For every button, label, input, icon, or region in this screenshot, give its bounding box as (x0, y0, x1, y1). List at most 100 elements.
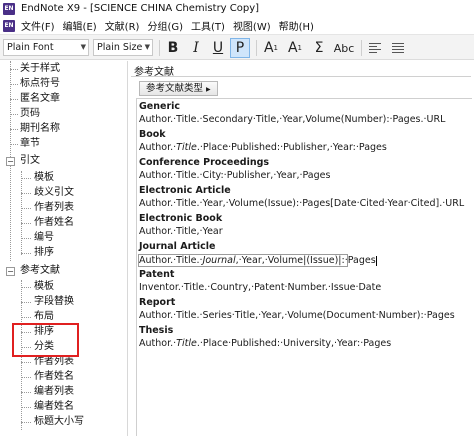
template-editor-panel: 参考文献 参考文献类型 ▶ Generic Author.·Title.·Seco… (129, 61, 474, 436)
tree-connector (21, 171, 22, 255)
collapse-icon[interactable]: − (6, 267, 15, 276)
menu-references[interactable]: 文献(R) (105, 18, 148, 33)
ref-template-line[interactable]: Author.·Title,·Year (139, 226, 223, 237)
tree-item-field-substitutions[interactable]: 字段替换 (34, 295, 74, 309)
align-left-button[interactable] (365, 38, 385, 58)
tree-connector (10, 69, 18, 70)
style-tree: 关于样式 标点符号 匿名文章 页码 期刊名称 章节 − 引文 模板 歧义引文 作… (0, 61, 128, 436)
template-segment-italic: Title (176, 338, 197, 349)
ref-template-line[interactable]: Author.·Title.·Year,·Volume(Issue):·Page… (139, 198, 464, 209)
tree-item-about-style[interactable]: 关于样式 (20, 62, 60, 76)
ref-type-heading: Journal Article (139, 241, 216, 252)
tree-connector (10, 99, 18, 100)
ref-template-line[interactable]: Author.·Title.·Series·Title,·Year,·Volum… (139, 310, 455, 321)
tree-connector (21, 193, 31, 194)
chevron-down-icon: ▼ (80, 43, 86, 51)
tree-connector (21, 178, 31, 179)
tree-item-citation-author-name[interactable]: 作者姓名 (34, 216, 74, 230)
ref-template-line[interactable]: Author.·Title.·City:·Publisher,·Year,·Pa… (139, 170, 330, 181)
tree-connector (21, 362, 31, 363)
text-cursor (375, 255, 377, 266)
superscript-mark: 1 (273, 44, 279, 52)
tree-connector (10, 144, 18, 145)
format-toolbar: Plain Font ▼ Plain Size ▼ B I U P A1 A1 … (0, 34, 474, 60)
menu-window[interactable]: 视图(W) (233, 18, 279, 33)
menu-tools[interactable]: 工具(T) (191, 18, 233, 33)
menu-edit[interactable]: 编辑(E) (63, 18, 105, 33)
reference-types-label: 参考文献类型 (146, 83, 204, 94)
template-segment: Author.·Title.· (139, 255, 203, 266)
ref-type-heading: Thesis (139, 325, 174, 336)
font-select-value: Plain Font (7, 42, 54, 53)
ref-type-heading: Electronic Article (139, 185, 231, 196)
ref-template-line[interactable]: Author.·Title.·Place·Published:·Publishe… (139, 142, 387, 153)
template-segment: Author.· (139, 142, 177, 153)
superscript-button[interactable]: A1 (261, 38, 281, 58)
tree-item-journal-names[interactable]: 期刊名称 (20, 122, 60, 136)
font-select[interactable]: Plain Font ▼ (3, 39, 89, 56)
tree-connector (21, 407, 31, 408)
tree-item-numbering[interactable]: 编号 (34, 231, 54, 245)
tree-item-editor-name[interactable]: 编者姓名 (34, 400, 74, 414)
endnote-app-icon: EN (3, 2, 15, 15)
toolbar-divider (159, 40, 160, 56)
tree-item-anonymous[interactable]: 匿名文章 (20, 92, 60, 106)
menu-groups[interactable]: 分组(G) (147, 18, 191, 33)
header-divider (131, 76, 471, 77)
document-icon[interactable]: EN (3, 19, 15, 32)
subscript-mark: 1 (297, 44, 303, 52)
tree-item-citation-templates[interactable]: 模板 (34, 171, 54, 185)
tree-item-bibliography-templates[interactable]: 模板 (34, 280, 54, 294)
ref-type-heading: Electronic Book (139, 213, 223, 224)
tree-item-author-name[interactable]: 作者姓名 (34, 370, 74, 384)
tree-connector (10, 84, 18, 85)
reference-types-button[interactable]: 参考文献类型 ▶ (139, 81, 218, 96)
chevron-down-icon: ▼ (144, 43, 150, 51)
ref-template-line[interactable]: Inventor.·Title.·Country,·Patent·Number.… (139, 282, 381, 293)
ref-template-line[interactable]: Author.·Title.·Journal,·Year,·Volume|(Is… (139, 255, 377, 266)
symbol-button[interactable]: Σ (309, 38, 329, 58)
tree-group-bibliography[interactable]: 参考文献 (20, 264, 60, 278)
collapse-icon[interactable]: − (6, 157, 15, 166)
tree-item-page-numbers[interactable]: 页码 (20, 107, 40, 121)
subscript-button[interactable]: A1 (285, 38, 305, 58)
tree-connector (21, 392, 31, 393)
ref-template-line[interactable]: Author.·Title.·Place·Published:·Universi… (139, 338, 391, 349)
ref-type-heading: Book (139, 129, 166, 140)
template-segment: Author.· (139, 338, 177, 349)
ref-template-line[interactable]: Author.·Title.·Secondary·Title,·Year,Vol… (139, 114, 445, 125)
tree-item-punctuation[interactable]: 标点符号 (20, 77, 60, 91)
tree-item-editor-lists[interactable]: 编者列表 (34, 385, 74, 399)
toolbar-divider (256, 40, 257, 56)
superscript-label: A (263, 40, 274, 56)
title-bar: EN EndNote X9 - [SCIENCE CHINA Chemistry… (0, 0, 474, 17)
tree-item-author-lists[interactable]: 作者列表 (34, 355, 74, 369)
tree-item-ambiguous-citations[interactable]: 歧义引文 (34, 186, 74, 200)
plain-button[interactable]: P (230, 38, 250, 58)
tree-group-citations[interactable]: 引文 (20, 154, 40, 168)
tree-connector (21, 287, 31, 288)
tree-connector (21, 302, 31, 303)
size-select[interactable]: Plain Size ▼ (93, 39, 153, 56)
menu-help[interactable]: 帮助(H) (279, 18, 322, 33)
template-text-area[interactable]: Generic Author.·Title.·Secondary·Title,·… (136, 98, 472, 436)
tree-connector (10, 129, 18, 130)
underline-button[interactable]: U (208, 38, 228, 58)
tree-item-title-capitalization[interactable]: 标题大小写 (34, 415, 84, 429)
menu-file[interactable]: 文件(F) (21, 18, 63, 33)
template-segment-italic: Title (176, 142, 197, 153)
tree-connector (21, 422, 31, 423)
tree-connector (21, 238, 31, 239)
bold-button[interactable]: B (163, 38, 183, 58)
tree-item-citation-author-lists[interactable]: 作者列表 (34, 201, 74, 215)
chevron-right-icon: ▶ (206, 86, 211, 93)
template-segment: .·Place·Published:·Publisher,·Year:·Page… (196, 142, 387, 153)
template-segment: ,·Year,·Volume|(Issue)|:·Pages (235, 255, 376, 266)
tree-item-sections[interactable]: 章节 (20, 137, 40, 151)
tree-item-citation-sort[interactable]: 排序 (34, 246, 54, 260)
justify-button[interactable] (388, 38, 408, 58)
italic-button[interactable]: I (186, 38, 206, 58)
smallcaps-button[interactable]: Abc (331, 38, 357, 58)
toolbar-divider (361, 40, 362, 56)
tree-item-layout[interactable]: 布局 (34, 310, 54, 324)
